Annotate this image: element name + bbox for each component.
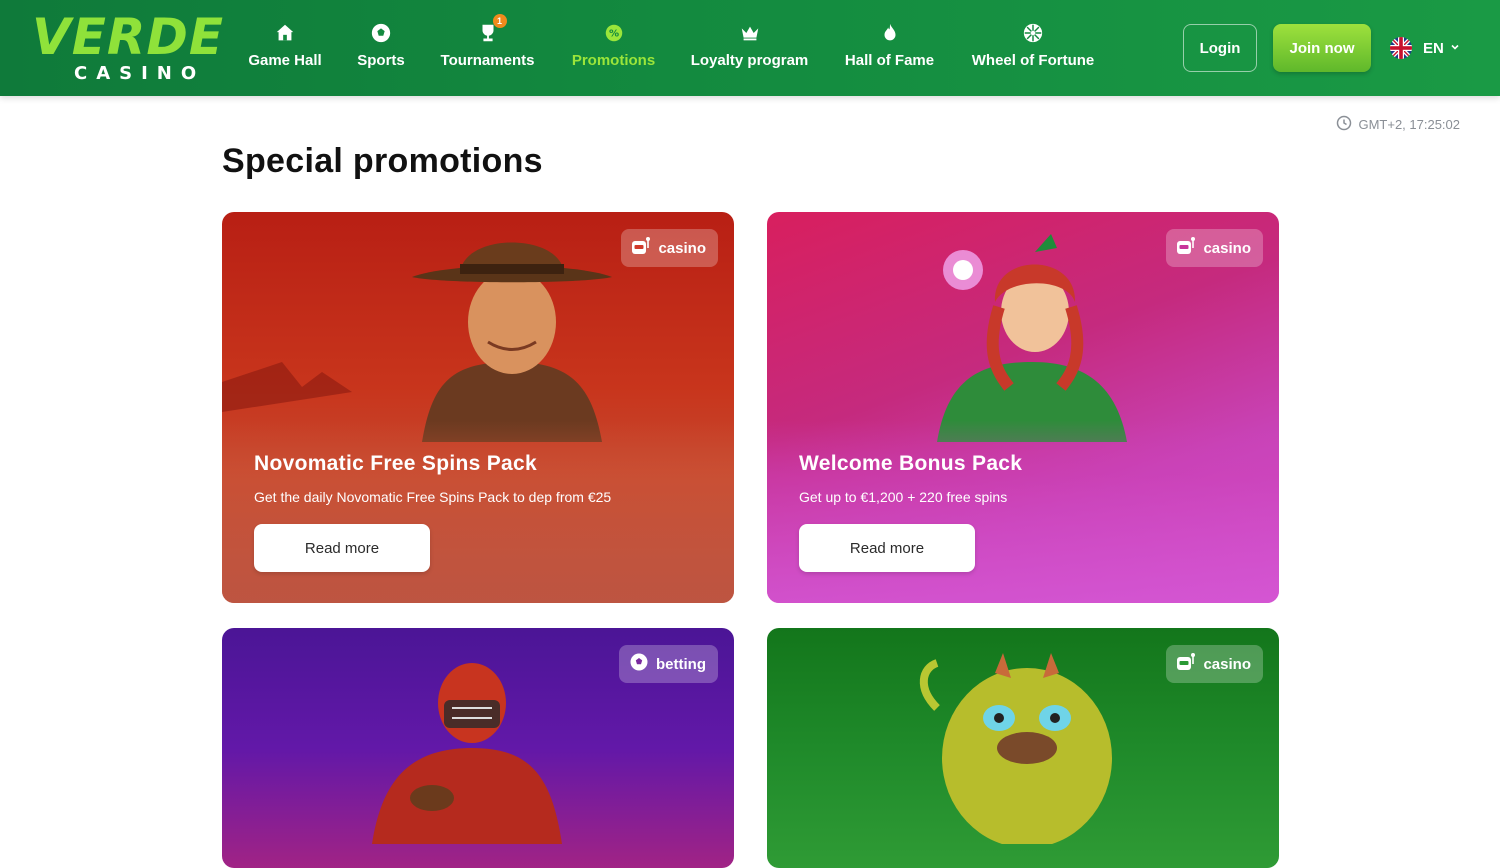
nav-item-promotions[interactable]: % Promotions: [571, 20, 656, 76]
category-tag-betting[interactable]: betting: [619, 645, 718, 683]
time-text: GMT+2, 17:25:02: [1358, 117, 1460, 132]
page-title: Special promotions: [222, 142, 543, 180]
card-overlay: [222, 420, 734, 603]
promo-description: Get the daily Novomatic Free Spins Pack …: [254, 489, 612, 505]
nav-label: Tournaments: [440, 52, 535, 69]
site-header: VERDE CASINO Game Hall Sports 1 Tourname…: [0, 0, 1500, 96]
slot-machine-icon: [1176, 652, 1196, 676]
category-tag-casino[interactable]: casino: [1166, 645, 1263, 683]
uk-flag-icon: [1390, 37, 1412, 59]
slot-machine-icon: [631, 236, 651, 260]
tag-label: casino: [1203, 655, 1251, 673]
house-icon: [272, 20, 298, 46]
tournaments-badge: 1: [492, 14, 507, 28]
nav-label: Promotions: [571, 52, 656, 69]
svg-text:%: %: [608, 29, 618, 40]
nav-label: Sports: [357, 52, 405, 69]
crown-icon: [737, 20, 763, 46]
trophy-icon: 1: [475, 14, 507, 46]
nav-item-loyalty-program[interactable]: Loyalty program: [690, 20, 809, 76]
promo-card-betting[interactable]: betting: [222, 628, 734, 868]
read-more-button[interactable]: Read more: [254, 524, 430, 572]
soccer-ball-icon: [368, 20, 394, 46]
login-button[interactable]: Login: [1183, 24, 1257, 72]
logo-wordmark: VERDE: [32, 8, 225, 66]
card-overlay: [767, 420, 1279, 603]
tag-label: casino: [658, 239, 706, 257]
promo-card-novomatic[interactable]: casino Novomatic Free Spins Pack Get the…: [222, 212, 734, 603]
tag-label: betting: [656, 655, 706, 673]
promo-card-welcome-bonus[interactable]: casino Welcome Bonus Pack Get up to €1,2…: [767, 212, 1279, 603]
nav-item-sports[interactable]: Sports: [357, 20, 405, 76]
nav-item-game-hall[interactable]: Game Hall: [248, 20, 322, 76]
language-label: EN: [1423, 39, 1444, 57]
join-now-button[interactable]: Join now: [1273, 24, 1371, 72]
percent-badge-icon: %: [601, 20, 627, 46]
promo-card-monster[interactable]: casino: [767, 628, 1279, 868]
nav-label: Loyalty program: [690, 52, 809, 69]
language-selector[interactable]: EN: [1390, 36, 1460, 60]
soccer-ball-icon: [629, 652, 649, 676]
promo-description: Get up to €1,200 + 220 free spins: [799, 489, 1008, 505]
nav-label: Hall of Fame: [844, 52, 935, 69]
logo-subtitle: CASINO: [74, 63, 206, 84]
category-tag-casino[interactable]: casino: [621, 229, 718, 267]
nav-item-tournaments[interactable]: 1 Tournaments: [439, 14, 536, 76]
promo-title: Welcome Bonus Pack: [799, 452, 1023, 475]
nav-item-wheel-of-fortune[interactable]: Wheel of Fortune: [969, 20, 1097, 76]
tag-label: casino: [1203, 239, 1251, 257]
flame-icon: [877, 20, 903, 46]
promo-title: Novomatic Free Spins Pack: [254, 452, 537, 475]
nav-item-hall-of-fame[interactable]: Hall of Fame: [844, 20, 935, 76]
verde-casino-logo[interactable]: VERDE CASINO: [32, 12, 226, 86]
chevron-down-icon: [1450, 39, 1460, 57]
wheel-icon: [1020, 20, 1046, 46]
nav-label: Game Hall: [248, 52, 322, 69]
clock-icon: [1336, 115, 1352, 134]
server-time: GMT+2, 17:25:02: [1336, 115, 1460, 134]
slot-machine-icon: [1176, 236, 1196, 260]
category-tag-casino[interactable]: casino: [1166, 229, 1263, 267]
nav-label: Wheel of Fortune: [971, 52, 1095, 69]
read-more-button[interactable]: Read more: [799, 524, 975, 572]
